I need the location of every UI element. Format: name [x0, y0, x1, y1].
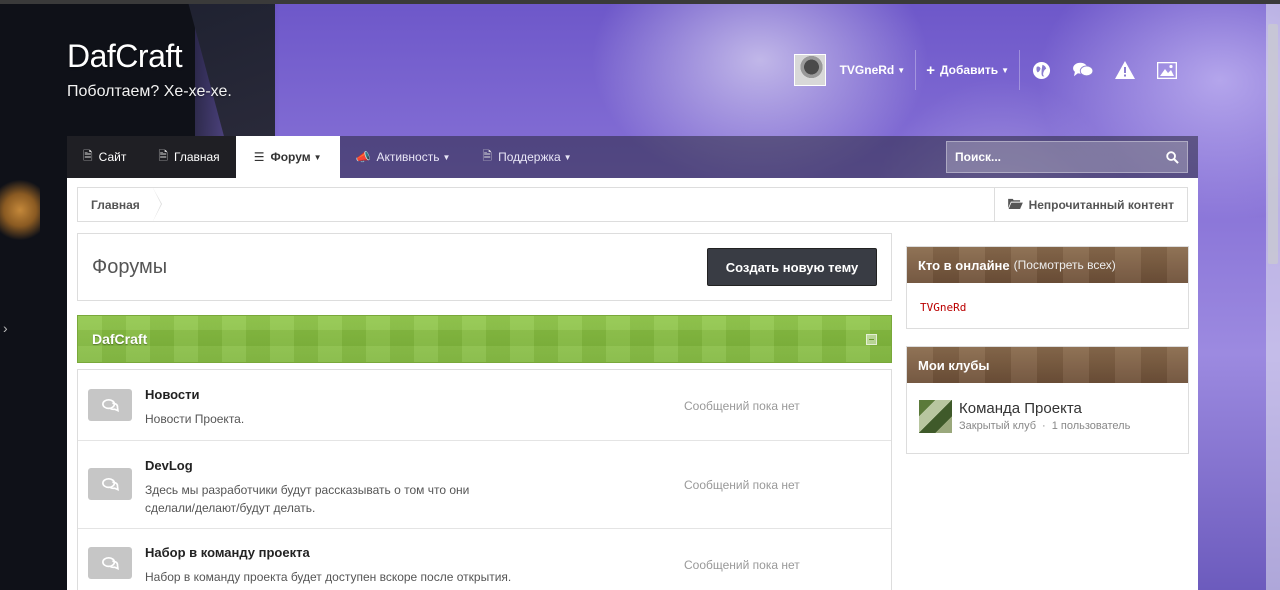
widget-title: Кто в онлайне [918, 257, 1010, 273]
separator-dot: · [1042, 420, 1046, 432]
plus-icon: + [926, 61, 935, 79]
user-menu-button[interactable]: TVGneRd ▼ [840, 50, 916, 90]
add-label: Добавить [939, 63, 999, 77]
forum-info: Новости Новости Проекта. [145, 387, 485, 428]
club-info: Команда Проекта Закрытый клуб · 1 пользова… [959, 400, 1130, 432]
club-type: Закрытый клуб [959, 420, 1037, 432]
online-users-widget: Кто в онлайне (Посмотреть всех) TVGneRd [906, 246, 1189, 329]
site-title[interactable]: DafCraft [67, 38, 183, 75]
site-slogan: Поболтаем? Хе-хе-хе. [67, 83, 232, 100]
forum-chat-icon[interactable] [88, 389, 132, 421]
page-icon: 🗎 [158, 148, 168, 163]
chevron-down-icon: ▼ [1001, 65, 1009, 75]
forum-description: Новости Проекта. [145, 412, 245, 426]
forum-row: Новости Новости Проекта. Сообщений пока … [78, 370, 891, 441]
warning-icon[interactable] [1104, 50, 1146, 90]
club-meta: Закрытый клуб · 1 пользователь [959, 420, 1130, 432]
page-header: Форумы Создать новую тему [77, 233, 892, 301]
widget-header: Мои клубы [907, 347, 1188, 383]
forum-row: Набор в команду проекта Набор в команду … [78, 529, 891, 590]
main-navigation: 🗎 Сайт 🗎 Главная ☰ Форум ▼ 📣 Активность … [67, 136, 1198, 178]
forum-last-post: Сообщений пока нет [684, 399, 800, 413]
forum-info: Набор в команду проекта Набор в команду … [145, 545, 545, 586]
view-all-link[interactable]: (Посмотреть всех) [1014, 258, 1116, 272]
forum-chat-icon[interactable] [88, 468, 132, 500]
scrollbar-thumb[interactable] [1268, 24, 1278, 264]
forum-list: Новости Новости Проекта. Сообщений пока … [77, 369, 892, 590]
forum-title[interactable]: Набор в команду проекта [145, 545, 545, 560]
browser-top-strip [0, 0, 1280, 4]
forum-description: Здесь мы разработчики будут рассказывать… [145, 483, 470, 515]
background-leaves [0, 175, 40, 245]
page-icon: 🗎 [83, 148, 93, 163]
globe-icon[interactable] [1020, 50, 1062, 90]
forum-last-post: Сообщений пока нет [684, 558, 800, 572]
collapse-icon[interactable] [866, 333, 877, 345]
main-content: Главная Непрочитанный контент Форумы Соз… [67, 178, 1198, 590]
breadcrumb-home[interactable]: Главная [78, 188, 162, 221]
club-member-count: 1 пользователь [1051, 420, 1131, 432]
user-bar: TVGneRd ▼ + Добавить ▼ [793, 50, 1188, 90]
club-item: Команда Проекта Закрытый клуб · 1 пользова… [907, 383, 1188, 453]
nav-item-support[interactable]: 🗎 Поддержка ▼ [466, 136, 587, 178]
nav-item-label: Главная [174, 150, 220, 164]
forum-info: DevLog Здесь мы разработчики будут расск… [145, 458, 485, 517]
page-icon: 🗎 [482, 148, 493, 163]
breadcrumb: Главная Непрочитанный контент [77, 187, 1188, 222]
widget-header: Кто в онлайне (Посмотреть всех) [907, 247, 1188, 283]
club-name[interactable]: Команда Проекта [959, 400, 1130, 417]
side-expand-arrow-icon[interactable]: › [3, 320, 8, 336]
nav-primary-group: 🗎 Сайт 🗎 Главная [67, 136, 236, 178]
forum-description: Набор в команду проекта будет доступен в… [145, 570, 512, 584]
nav-item-forum[interactable]: ☰ Форум ▼ [235, 136, 340, 178]
unread-content-label: Непрочитанный контент [1028, 197, 1174, 212]
chevron-down-icon: ▼ [313, 152, 322, 162]
create-topic-button[interactable]: Создать новую тему [707, 248, 877, 286]
category-header: DafCraft [77, 315, 892, 363]
folder-open-icon [1007, 198, 1023, 212]
list-icon: ☰ [253, 150, 265, 164]
nav-item-activity[interactable]: 📣 Активность ▼ [340, 136, 467, 178]
avatar[interactable] [793, 54, 826, 86]
online-user-link[interactable]: TVGneRd [907, 283, 1188, 328]
username-label: TVGneRd [839, 63, 895, 77]
forum-chat-icon[interactable] [88, 547, 132, 579]
megaphone-icon: 📣 [355, 150, 371, 164]
forum-title[interactable]: Новости [145, 387, 485, 402]
category-title[interactable]: DafCraft [92, 331, 147, 347]
nav-item-label: Сайт [98, 150, 127, 164]
chevron-down-icon: ▼ [563, 152, 572, 162]
nav-item-site[interactable]: 🗎 Сайт [67, 136, 142, 178]
widget-title: Мои клубы [918, 357, 990, 373]
forum-title[interactable]: DevLog [145, 458, 485, 473]
page-title: Форумы [92, 255, 168, 278]
forum-row: DevLog Здесь мы разработчики будут расск… [78, 441, 891, 529]
unread-content-button[interactable]: Непрочитанный контент [993, 188, 1187, 221]
image-icon[interactable] [1146, 50, 1188, 90]
add-menu-button[interactable]: + Добавить ▼ [916, 50, 1019, 90]
nav-item-label: Активность [376, 150, 440, 164]
chevron-down-icon: ▼ [442, 152, 451, 162]
page-scrollbar[interactable] [1266, 4, 1280, 590]
search-box [946, 141, 1188, 173]
search-icon[interactable] [1166, 150, 1179, 164]
chat-icon[interactable] [1062, 50, 1104, 90]
chevron-down-icon: ▼ [897, 65, 906, 75]
forum-last-post: Сообщений пока нет [684, 478, 800, 492]
nav-item-label: Поддержка [498, 150, 561, 164]
nav-item-home[interactable]: 🗎 Главная [142, 136, 235, 178]
search-input[interactable] [955, 150, 1166, 164]
my-clubs-widget: Мои клубы Команда Проекта Закрытый клуб ·… [906, 346, 1189, 454]
club-thumbnail[interactable] [919, 400, 952, 433]
nav-item-label: Форум [270, 150, 311, 164]
